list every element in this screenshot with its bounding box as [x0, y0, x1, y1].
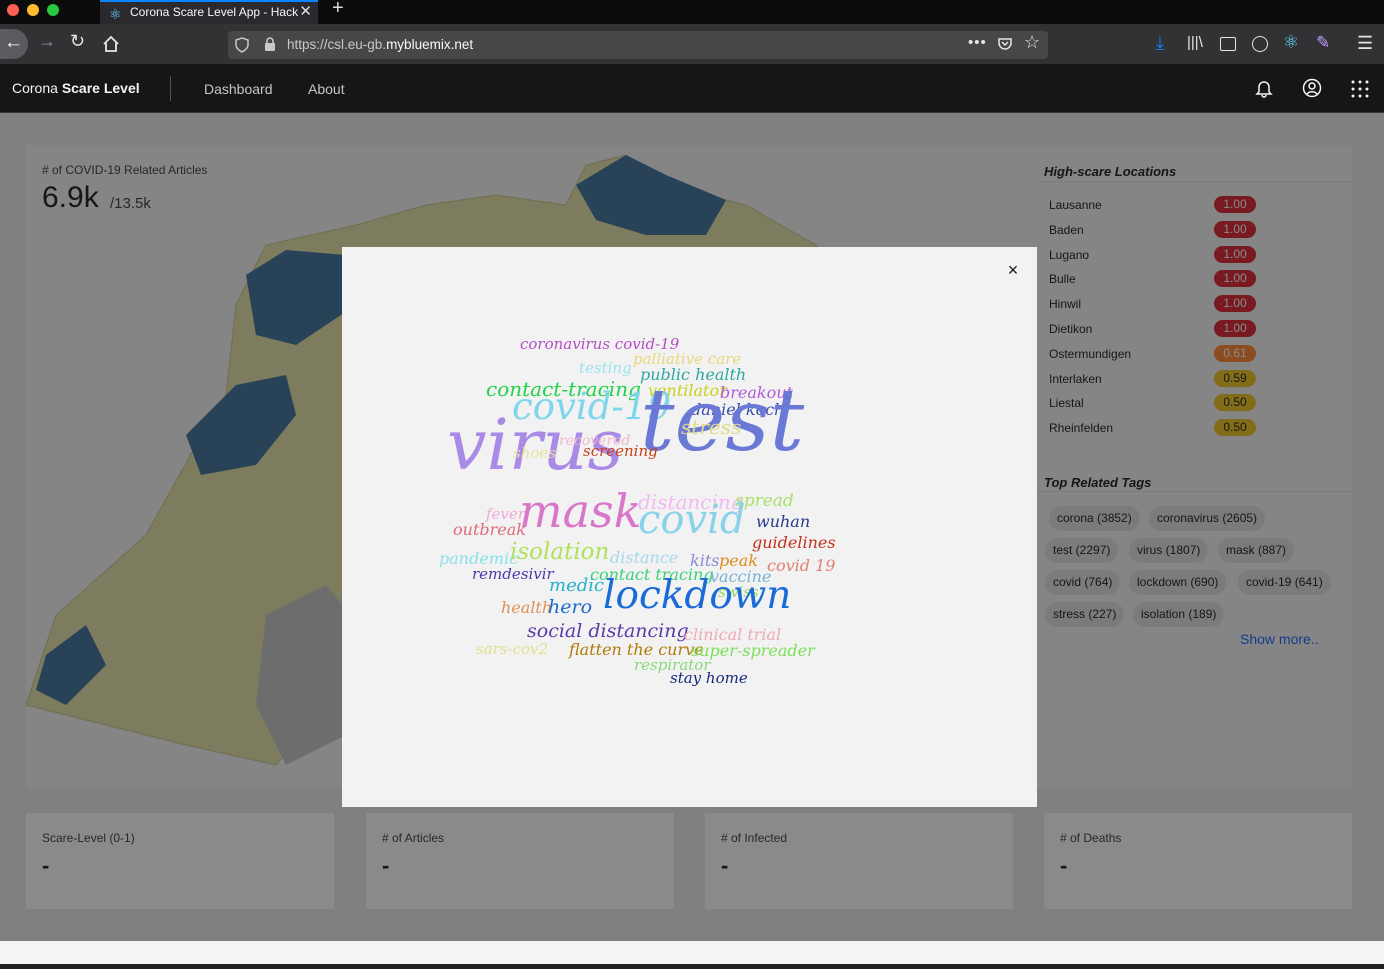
shield-icon[interactable] [235, 37, 249, 53]
word-cloud-term[interactable]: shoes [513, 446, 556, 461]
account-icon[interactable] [1252, 36, 1268, 52]
pocket-icon[interactable] [997, 36, 1013, 52]
word-cloud-term[interactable]: sars-cov2 [476, 642, 548, 657]
user-avatar-icon[interactable] [1302, 78, 1322, 98]
app-brand[interactable]: Corona Scare Level [12, 80, 140, 96]
new-tab-button[interactable]: + [332, 0, 344, 20]
close-icon: × [1007, 260, 1019, 280]
word-cloud-term[interactable]: outbreak [453, 522, 526, 538]
word-cloud-term[interactable]: remdesivir [472, 567, 554, 582]
word-cloud-term[interactable]: stay home [670, 671, 748, 686]
react-icon: ⚛ [109, 6, 122, 22]
window-minimize-button[interactable] [27, 4, 39, 16]
extension-icon[interactable]: ✎ [1316, 33, 1330, 53]
tab-close-icon[interactable]: ✕ [299, 2, 312, 22]
word-cloud-term[interactable]: stress [681, 417, 741, 437]
word-cloud-term[interactable]: mask [519, 488, 642, 534]
tab-title: Corona Scare Level App - Hack [130, 5, 299, 19]
header-divider [170, 76, 171, 101]
library-icon[interactable]: |||\ [1187, 34, 1203, 51]
word-cloud-term[interactable]: screening [583, 444, 658, 459]
word-cloud-term[interactable]: hero [548, 598, 592, 617]
downloads-icon[interactable]: ⤓ [1156, 33, 1164, 54]
status-bar [0, 964, 1384, 969]
react-devtools-icon[interactable]: ⚛ [1283, 32, 1299, 53]
modal-close-button[interactable]: × [1004, 260, 1022, 282]
home-icon [103, 35, 119, 52]
word-cloud-term[interactable]: covid [638, 500, 745, 540]
nav-dashboard[interactable]: Dashboard [204, 81, 273, 97]
forward-button[interactable]: → [38, 31, 56, 52]
nav-about[interactable]: About [308, 81, 345, 97]
word-cloud-term[interactable]: health [501, 600, 552, 616]
word-cloud-term[interactable]: covid 19 [767, 558, 835, 574]
reload-button[interactable]: ↻ [70, 31, 85, 52]
home-button[interactable] [102, 35, 120, 53]
page-actions-menu-icon[interactable]: ••• [968, 34, 987, 51]
word-cloud-term[interactable]: wuhan [756, 514, 810, 530]
url-text[interactable]: https://csl.eu-gb.mybluemix.net [287, 37, 473, 52]
word-cloud-term[interactable]: testing [579, 361, 632, 376]
word-cloud-term[interactable]: isolation [510, 541, 609, 564]
bookmark-star-icon[interactable]: ☆ [1024, 32, 1040, 53]
word-cloud-term[interactable]: lockdown [603, 576, 791, 615]
word-cloud-term[interactable]: social distancing [527, 622, 689, 641]
menu-icon[interactable]: ☰ [1357, 33, 1373, 54]
window-close-button[interactable] [7, 4, 19, 16]
lock-icon [264, 37, 276, 52]
word-cloud-term[interactable]: distance [610, 550, 678, 566]
word-cloud-term[interactable]: medic [549, 577, 604, 595]
word-cloud-term[interactable]: guidelines [752, 535, 836, 551]
sidebar-toggle-icon[interactable] [1220, 37, 1236, 51]
window-zoom-button[interactable] [47, 4, 59, 16]
notification-icon[interactable] [1254, 78, 1274, 98]
browser-tab[interactable]: ⚛ Corona Scare Level App - Hack ✕ [100, 0, 318, 24]
app-switcher-icon[interactable] [1351, 80, 1369, 98]
